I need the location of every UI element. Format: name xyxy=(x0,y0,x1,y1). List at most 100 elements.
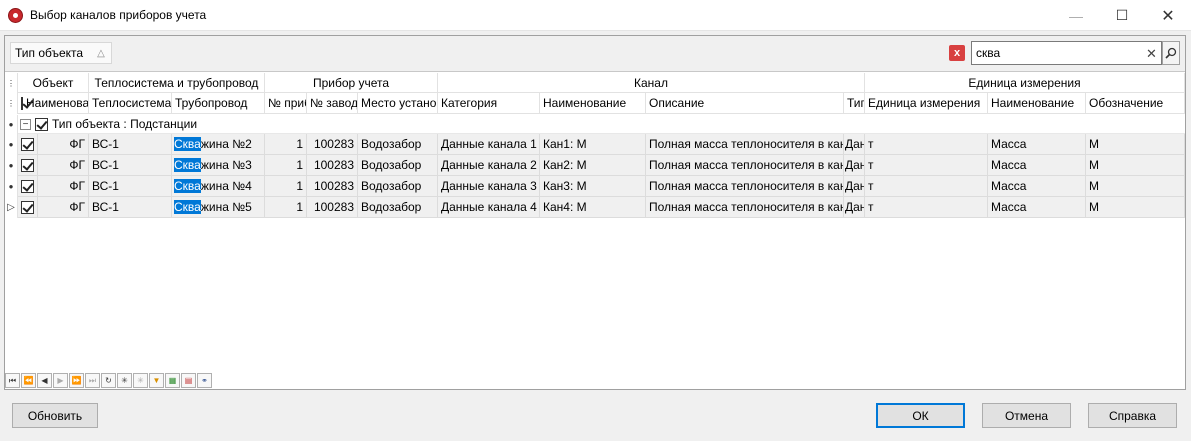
row-checkbox[interactable] xyxy=(21,179,34,193)
cell-category[interactable]: Данные канала 2 xyxy=(438,155,540,176)
cell-place[interactable]: Водозабор xyxy=(358,176,438,197)
cell-unit[interactable]: т xyxy=(865,197,988,218)
search-clear-icon[interactable]: ✕ xyxy=(1146,46,1157,62)
search-input[interactable] xyxy=(976,46,1136,60)
cell-description[interactable]: Полная масса теплоносителя в канале xyxy=(646,155,844,176)
group-chip-object-type[interactable]: Тип объекта △ xyxy=(10,42,112,64)
cell-place[interactable]: Водозабор xyxy=(358,134,438,155)
cell-type[interactable]: Данные xyxy=(844,176,865,197)
cell-heat-system[interactable]: ВС-1 xyxy=(89,197,172,218)
ok-button[interactable]: ОК xyxy=(876,403,965,428)
cell-channel-name[interactable]: Кан3: М xyxy=(540,176,646,197)
clear-filter-button[interactable]: x xyxy=(949,45,965,61)
cell-name[interactable]: ФГ xyxy=(38,134,89,155)
cell-unit-symbol[interactable]: М xyxy=(1086,176,1185,197)
cell-category[interactable]: Данные канала 3 xyxy=(438,176,540,197)
cell-pipe[interactable]: Сква жина №3 xyxy=(172,155,265,176)
col-header-heat-system[interactable]: Теплосистема xyxy=(89,93,172,114)
row-checkbox[interactable] xyxy=(21,158,34,172)
cell-heat-system[interactable]: ВС-1 xyxy=(89,155,172,176)
group-row[interactable]: − Тип объекта : Подстанции xyxy=(18,115,1185,134)
cell-unit[interactable]: т xyxy=(865,176,988,197)
cell-unit[interactable]: т xyxy=(865,134,988,155)
cell-unit[interactable]: т xyxy=(865,155,988,176)
cell-description[interactable]: Полная масса теплоносителя в канале xyxy=(646,176,844,197)
last-page-icon[interactable]: ⏭ xyxy=(85,373,100,388)
cell-type[interactable]: Данные xyxy=(844,155,865,176)
export-icon[interactable]: ▦ xyxy=(165,373,180,388)
cancel-button[interactable]: Отмена xyxy=(982,403,1071,428)
cell-unit-symbol[interactable]: М xyxy=(1086,134,1185,155)
col-header-pipe[interactable]: Трубопровод xyxy=(172,93,265,114)
cell-channel-name[interactable]: Кан2: М xyxy=(540,155,646,176)
col-header-channel-name[interactable]: Наименование xyxy=(540,93,646,114)
cell-pipe[interactable]: Сква жина №2 xyxy=(172,134,265,155)
row-checkbox[interactable] xyxy=(21,200,34,214)
group-checkbox[interactable] xyxy=(35,117,48,131)
band-meter[interactable]: Прибор учета xyxy=(265,73,438,93)
col-header-serial[interactable]: № заводской xyxy=(307,93,358,114)
col-header-meter-no[interactable]: № прибора xyxy=(265,93,307,114)
band-channel[interactable]: Канал xyxy=(438,73,865,93)
close-icon[interactable]: ✕ xyxy=(1145,0,1191,31)
help-button[interactable]: Справка xyxy=(1088,403,1177,428)
cell-meter-no[interactable]: 1 xyxy=(265,155,307,176)
cell-serial[interactable]: 100283 xyxy=(307,197,358,218)
prev-record-icon[interactable]: ◀ xyxy=(37,373,52,388)
cell-place[interactable]: Водозабор xyxy=(358,197,438,218)
cell-pipe[interactable]: Сква жина №5 xyxy=(172,197,265,218)
select-all-checkbox[interactable] xyxy=(21,96,23,110)
cell-heat-system[interactable]: ВС-1 xyxy=(89,176,172,197)
cell-meter-no[interactable]: 1 xyxy=(265,197,307,218)
select-all-icon[interactable]: ✳ xyxy=(117,373,132,388)
deselect-icon[interactable]: ✳ xyxy=(133,373,148,388)
cell-unit-name[interactable]: Масса xyxy=(988,155,1086,176)
cell-serial[interactable]: 100283 xyxy=(307,134,358,155)
next-page-icon[interactable]: ⏩ xyxy=(69,373,84,388)
refresh-icon[interactable]: ↻ xyxy=(101,373,116,388)
band-heat-system[interactable]: Теплосистема и трубопровод xyxy=(89,73,265,93)
cell-unit-name[interactable]: Масса xyxy=(988,197,1086,218)
minimize-icon[interactable]: — xyxy=(1053,0,1099,31)
band-object[interactable]: Объект xyxy=(18,73,89,93)
cell-place[interactable]: Водозабор xyxy=(358,155,438,176)
col-header-place[interactable]: Место установки xyxy=(358,93,438,114)
cell-unit-name[interactable]: Масса xyxy=(988,176,1086,197)
cell-type[interactable]: Данные xyxy=(844,197,865,218)
band-unit[interactable]: Единица измерения xyxy=(865,73,1185,93)
cell-category[interactable]: Данные канала 1 xyxy=(438,134,540,155)
cell-serial[interactable]: 100283 xyxy=(307,176,358,197)
filter-icon[interactable]: ▼ xyxy=(149,373,164,388)
columns-icon[interactable]: ▤ xyxy=(181,373,196,388)
cell-meter-no[interactable]: 1 xyxy=(265,176,307,197)
col-header-type[interactable]: Тип xyxy=(844,93,865,114)
cell-name[interactable]: ФГ xyxy=(38,176,89,197)
cell-unit-symbol[interactable]: М xyxy=(1086,197,1185,218)
collapse-icon[interactable]: − xyxy=(20,118,31,130)
cell-name[interactable]: ФГ xyxy=(38,155,89,176)
cell-serial[interactable]: 100283 xyxy=(307,155,358,176)
col-header-unit[interactable]: Единица измерения xyxy=(865,93,988,114)
row-checkbox[interactable] xyxy=(21,137,34,151)
col-header-description[interactable]: Описание xyxy=(646,93,844,114)
cell-description[interactable]: Полная масса теплоносителя в канале xyxy=(646,134,844,155)
col-header-unit-name[interactable]: Наименование xyxy=(988,93,1086,114)
next-record-icon[interactable]: ▶ xyxy=(53,373,68,388)
search-button[interactable] xyxy=(1162,41,1180,65)
cell-category[interactable]: Данные канала 4 xyxy=(438,197,540,218)
cell-pipe[interactable]: Сква жина №4 xyxy=(172,176,265,197)
maximize-icon[interactable]: ☐ xyxy=(1099,0,1145,31)
refresh-button[interactable]: Обновить xyxy=(12,403,98,428)
cell-channel-name[interactable]: Кан1: М xyxy=(540,134,646,155)
col-header-name[interactable]: Наименование xyxy=(18,93,89,114)
prev-page-icon[interactable]: ⏪ xyxy=(21,373,36,388)
find-icon[interactable]: ⚭ xyxy=(197,373,212,388)
cell-unit-symbol[interactable]: М xyxy=(1086,155,1185,176)
cell-description[interactable]: Полная масса теплоносителя в канале xyxy=(646,197,844,218)
col-header-category[interactable]: Категория xyxy=(438,93,540,114)
cell-heat-system[interactable]: ВС-1 xyxy=(89,134,172,155)
first-page-icon[interactable]: ⏮ xyxy=(5,373,20,388)
cell-type[interactable]: Данные xyxy=(844,134,865,155)
col-header-unit-symbol[interactable]: Обозначение xyxy=(1086,93,1185,114)
cell-name[interactable]: ФГ xyxy=(38,197,89,218)
